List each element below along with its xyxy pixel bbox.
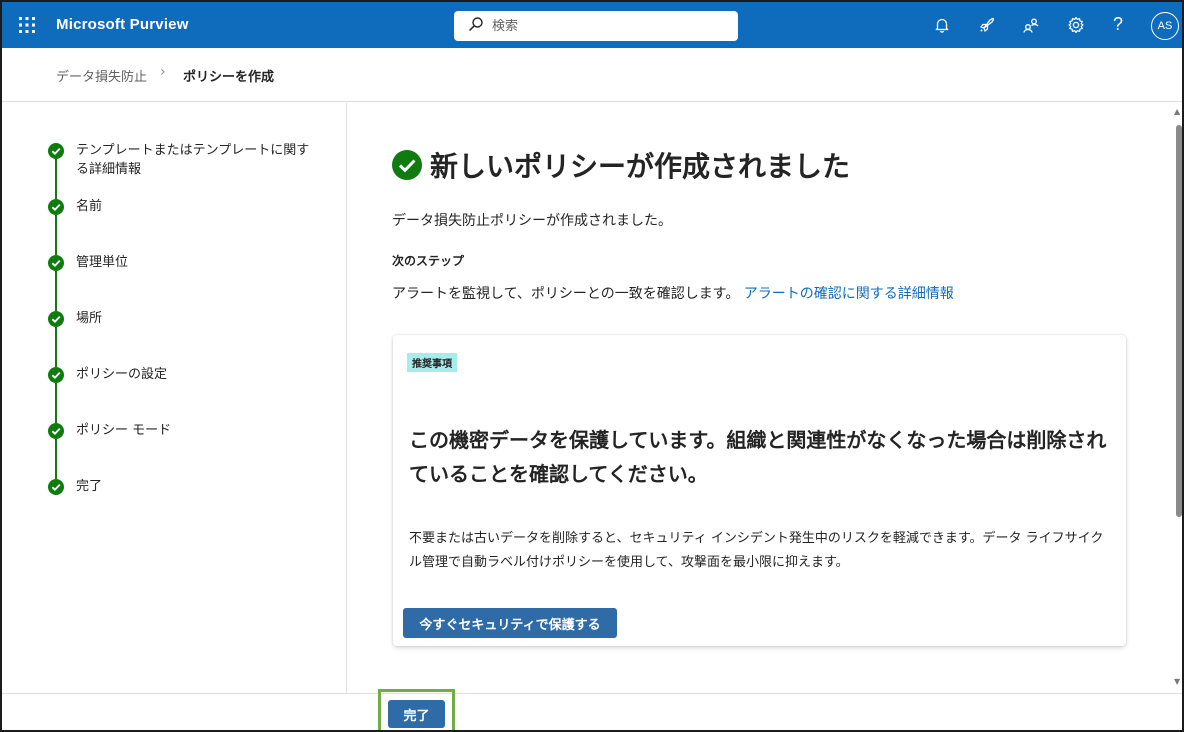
step-name[interactable]: 名前 [48,197,316,216]
wizard-steps: テンプレートまたはテンプレートに関する詳細情報 名前 管理単位 場所 ポリシーの… [2,103,347,693]
check-circle-icon [48,479,64,495]
step-label: 管理単位 [76,255,129,270]
recommendation-body: 不要または古いデータを削除すると、セキュリティ インシデント発生中のリスクを軽減… [409,531,1104,570]
alerts-learn-more-link[interactable]: アラートの確認に関する詳細情報 [744,286,954,302]
step-connector [55,383,57,423]
recommendation-card: 推奨事項 この機密データを保護しています。組織と関連性がなくなった場合は削除され… [393,335,1126,646]
check-circle-icon [48,367,64,383]
search-icon [468,16,484,36]
step-connector [55,327,57,367]
breadcrumb-separator: › [160,64,166,80]
done-button[interactable]: 完了 [388,700,445,728]
app-title[interactable]: Microsoft Purview [56,16,189,33]
step-locations[interactable]: 場所 [48,309,316,328]
step-label: ポリシー モード [76,423,172,438]
scrollbar[interactable]: ▲ ▼ [1172,103,1182,693]
success-check-icon [392,150,422,180]
breadcrumb: データ損失防止 › ポリシーを作成 [2,48,1182,102]
success-description: データ損失防止ポリシーが作成されました。 [392,213,672,229]
check-circle-icon [48,143,64,159]
main-content: 新しいポリシーが作成されました データ損失防止ポリシーが作成されました。 次のス… [348,103,1172,693]
step-label: 名前 [76,199,103,214]
footer-bar [2,693,1182,730]
scroll-up-icon[interactable]: ▲ [1174,107,1180,116]
step-label: 場所 [76,311,103,326]
avatar[interactable]: AS [1151,12,1179,40]
step-connector [55,215,57,255]
top-bar: Microsoft Purview ? AS [2,2,1182,48]
search-input[interactable] [492,18,712,34]
community-icon[interactable] [1022,16,1040,34]
protect-now-button[interactable]: 今すぐセキュリティで保護する [403,608,617,638]
next-steps-heading: 次のステップ [392,254,465,268]
check-circle-icon [48,199,64,215]
waffle-icon[interactable] [18,16,36,34]
search-box[interactable] [454,11,738,41]
check-circle-icon [48,423,64,439]
step-connector [55,271,57,311]
page-title-row: 新しいポリシーが作成されました [392,145,850,185]
breadcrumb-parent[interactable]: データ損失防止 [56,66,147,85]
app-window: Microsoft Purview ? AS データ損失防止 › ポリシーを作成 [0,0,1184,732]
recommendation-badge: 推奨事項 [407,353,457,372]
help-icon[interactable]: ? [1113,14,1123,35]
recommendation-title: この機密データを保護しています。組織と関連性がなくなった場合は削除されていること… [409,428,1107,486]
next-steps-text: アラートを監視して、ポリシーとの一致を確認します。 [392,286,740,302]
step-template[interactable]: テンプレートまたはテンプレートに関する詳細情報 [48,141,316,179]
bell-icon[interactable] [933,16,951,34]
step-connector [55,439,57,479]
check-circle-icon [48,255,64,271]
scrollbar-thumb[interactable] [1176,125,1182,517]
step-label: テンプレートまたはテンプレートに関する詳細情報 [76,143,310,177]
breadcrumb-current: ポリシーを作成 [183,70,275,85]
next-steps-text-row: アラートを監視して、ポリシーとの一致を確認します。 アラートの確認に関する詳細情… [392,283,954,303]
rocket-icon[interactable] [978,16,996,34]
step-finish[interactable]: 完了 [48,477,316,496]
gear-icon[interactable] [1067,16,1085,34]
step-policy-mode[interactable]: ポリシー モード [48,421,316,440]
step-label: 完了 [76,479,103,494]
step-admin-units[interactable]: 管理単位 [48,253,316,272]
scroll-down-icon[interactable]: ▼ [1174,677,1180,686]
step-policy-settings[interactable]: ポリシーの設定 [48,365,316,384]
check-circle-icon [48,311,64,327]
page-title: 新しいポリシーが作成されました [430,150,851,183]
step-label: ポリシーの設定 [76,367,168,382]
